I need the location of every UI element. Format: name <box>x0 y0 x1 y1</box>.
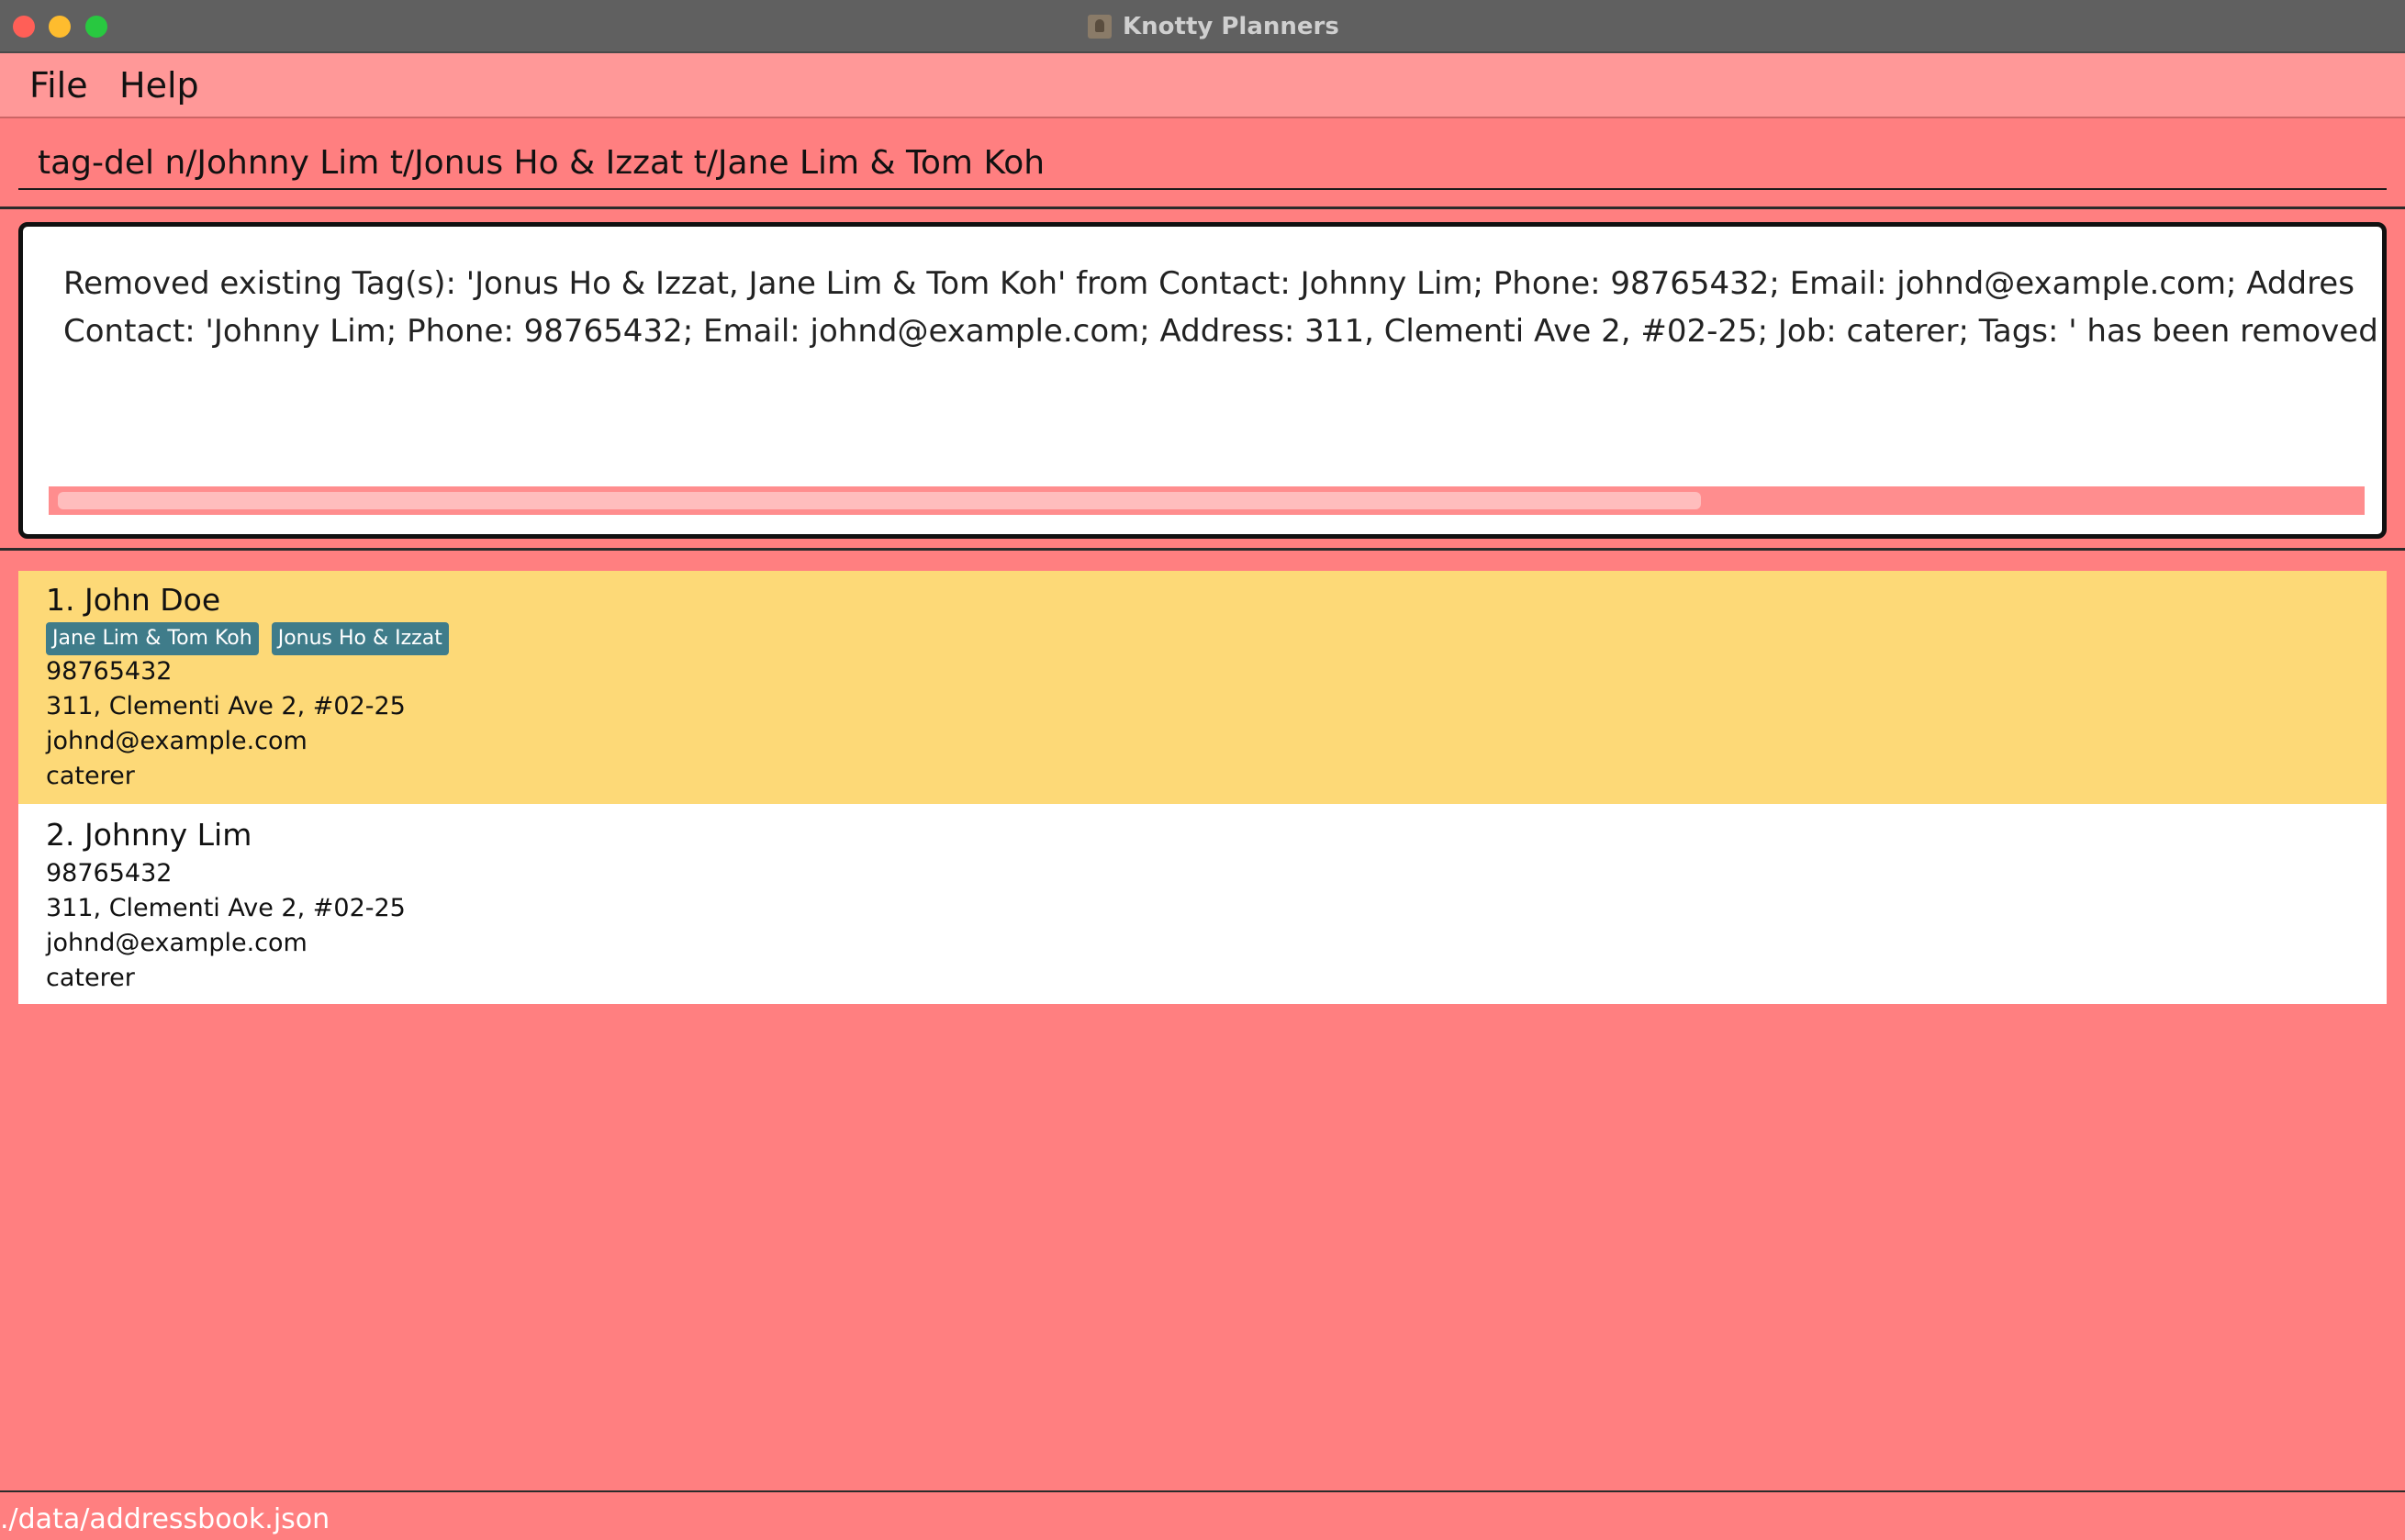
tag-list: Jane Lim & Tom Koh Jonus Ho & Izzat <box>46 622 462 655</box>
tag: Jane Lim & Tom Koh <box>46 622 259 655</box>
result-line-1: Removed existing Tag(s): 'Jonus Ho & Izz… <box>63 265 2355 302</box>
menu-help[interactable]: Help <box>119 65 199 106</box>
person-email: johnd@example.com <box>46 929 308 957</box>
save-location: ./data/addressbook.json <box>0 1503 330 1535</box>
person-name: 1. John Doe <box>46 582 221 618</box>
person-name: 2. Johnny Lim <box>46 817 252 853</box>
tag: Jonus Ho & Izzat <box>271 622 449 655</box>
divider <box>0 548 2405 551</box>
command-box <box>0 120 2405 209</box>
person-job: caterer <box>46 762 135 790</box>
person-card[interactable]: 1. John Doe Jane Lim & Tom Koh Jonus Ho … <box>18 571 2387 804</box>
horizontal-scrollbar[interactable] <box>49 486 2365 515</box>
minimize-window-button[interactable] <box>49 16 71 38</box>
command-input[interactable] <box>18 137 2387 190</box>
title-bar: Knotty Planners <box>0 0 2405 53</box>
app-icon <box>1088 15 1112 39</box>
person-email: johnd@example.com <box>46 727 308 755</box>
person-phone: 98765432 <box>46 657 173 686</box>
window-title-text: Knotty Planners <box>1123 13 1339 40</box>
person-job: caterer <box>46 964 135 992</box>
person-card[interactable]: 2. Johnny Lim 98765432 311, Clementi Ave… <box>18 804 2387 1004</box>
close-window-button[interactable] <box>13 16 35 38</box>
result-display: Removed existing Tag(s): 'Jonus Ho & Izz… <box>18 222 2387 539</box>
person-address: 311, Clementi Ave 2, #02-25 <box>46 692 406 720</box>
maximize-window-button[interactable] <box>85 16 107 38</box>
person-phone: 98765432 <box>46 859 173 887</box>
status-bar: ./data/addressbook.json <box>0 1490 2405 1540</box>
scrollbar-thumb[interactable] <box>58 492 1701 509</box>
person-address: 311, Clementi Ave 2, #02-25 <box>46 894 406 922</box>
menu-bar: File Help <box>0 53 2405 118</box>
result-line-2: Contact: 'Johnny Lim; Phone: 98765432; E… <box>63 313 2378 350</box>
menu-file[interactable]: File <box>29 65 88 106</box>
result-text[interactable]: Removed existing Tag(s): 'Jonus Ho & Izz… <box>63 260 2381 355</box>
window-title: Knotty Planners <box>1088 10 1339 43</box>
